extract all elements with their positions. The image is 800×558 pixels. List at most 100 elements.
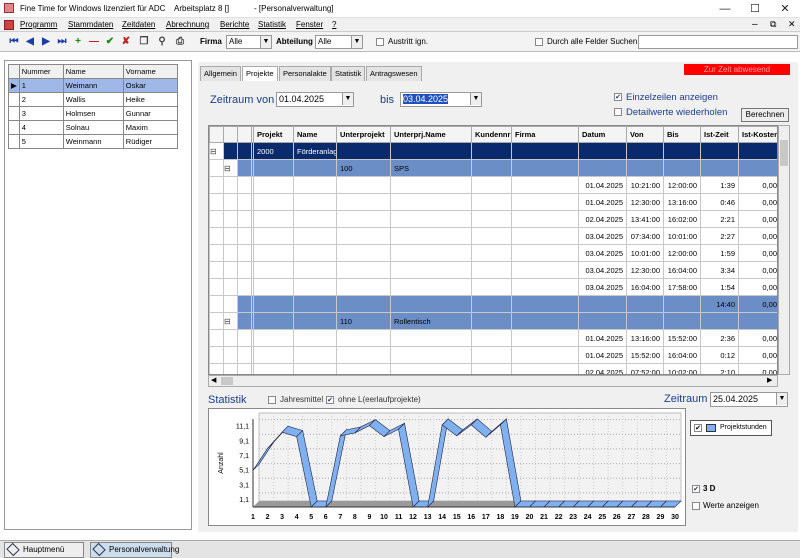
abteilung-select[interactable]: Alle ▼ [315, 35, 363, 49]
mdi-restore-icon[interactable]: ⧉ [770, 19, 776, 30]
grid-cell-von: 12:30:00 [626, 261, 664, 279]
menu-berichte[interactable]: Berichte [220, 20, 249, 29]
prev-record-icon[interactable]: ◀ [24, 35, 36, 48]
scroll-thumb[interactable] [780, 140, 788, 166]
menu-stammdaten[interactable]: Stammdaten [68, 20, 113, 29]
tab-statistik[interactable]: Statistik [331, 66, 366, 81]
grid-cell-unterprojekt [336, 193, 391, 211]
col-vorname[interactable]: Vorname [122, 64, 179, 79]
grid-row[interactable]: 01.04.2025 13:16:00 15:52:00 2:36 0,00 [209, 329, 777, 347]
grid-row[interactable]: 14:40 0,00 [209, 295, 777, 313]
grid-row[interactable]: ⊟ 110 Rollentisch [209, 312, 777, 330]
grid-col-unterprojekt[interactable]: Unterprojekt [336, 126, 391, 143]
employee-row[interactable]: 3 Holmsen Gunnar [8, 106, 179, 121]
col-nummer[interactable]: Nummer [18, 64, 64, 79]
grid-col-unterprjname[interactable]: Unterprj.Name [390, 126, 472, 143]
employee-row[interactable]: 5 Weinmann Rüdiger [8, 134, 179, 149]
menu-zeitdaten[interactable]: Zeitdaten [122, 20, 155, 29]
grid-col-datum[interactable]: Datum [578, 126, 627, 143]
hscroll-thumb[interactable] [221, 377, 233, 385]
grid-col-firma[interactable]: Firma [511, 126, 579, 143]
mdi-close-icon[interactable]: ✕ [788, 19, 796, 30]
einzelzeilen-checkbox[interactable]: ✔ [614, 93, 622, 101]
grid-tree-cell [237, 244, 252, 262]
grid-row[interactable]: 03.04.2025 10:01:00 12:00:00 1:59 0,00 [209, 244, 777, 262]
grid-row[interactable]: 01.04.2025 10:21:00 12:00:00 1:39 0,00 [209, 176, 777, 194]
jahresmittel-checkbox[interactable] [268, 396, 276, 404]
firma-select[interactable]: Alle ▼ [226, 35, 272, 49]
cancel-icon[interactable]: ✘ [120, 35, 132, 48]
employee-name: Holmsen [62, 106, 124, 121]
x-tick-label: 20 [526, 514, 534, 521]
menu-abrechnung[interactable]: Abrechnung [166, 20, 209, 29]
menu-help[interactable]: ? [332, 20, 336, 29]
employee-vorname: Heike [122, 92, 179, 107]
collapse-icon[interactable]: ⊟ [209, 142, 224, 160]
ohne-leerlauf-checkbox[interactable]: ✔ [326, 396, 334, 404]
search-input[interactable] [638, 35, 798, 49]
tab-personalakte[interactable]: Personalakte [279, 66, 331, 81]
grid-row[interactable]: 03.04.2025 07:34:00 10:01:00 2:27 0,00 [209, 227, 777, 245]
last-record-icon[interactable]: ⏭ [56, 35, 68, 48]
search-icon[interactable]: ⚲ [156, 35, 168, 48]
legend-checkbox[interactable]: ✔ [694, 424, 702, 432]
maximize-icon[interactable]: ☐ [740, 0, 770, 18]
close-icon[interactable]: ✕ [770, 0, 800, 18]
scroll-left-icon[interactable]: ◀ [211, 376, 216, 384]
menu-fenster[interactable]: Fenster [296, 20, 323, 29]
grid-row[interactable]: 01.04.2025 15:52:00 16:04:00 0:12 0,00 [209, 346, 777, 364]
grid-cell-von: 10:21:00 [626, 176, 664, 194]
employee-row[interactable]: 4 Solnau Maxim [8, 120, 179, 135]
grid-col-kundennr[interactable]: Kundennr [471, 126, 512, 143]
mdi-minimize-icon[interactable]: – [752, 19, 758, 30]
werte-anzeigen-checkbox[interactable] [692, 502, 700, 510]
grid-row[interactable]: 03.04.2025 16:04:00 17:58:00 1:54 0,00 [209, 278, 777, 296]
durch-checkbox[interactable] [535, 38, 543, 46]
confirm-icon[interactable]: ✔ [104, 35, 116, 48]
employee-row[interactable]: ▶ 1 Weimann Oskar [8, 78, 179, 93]
tab-projekte[interactable]: Projekte [242, 66, 278, 81]
grid-horizontal-scrollbar[interactable]: ◀ ▶ [208, 375, 778, 387]
date-to-picker[interactable]: 03.04.2025 ▼ [400, 92, 482, 107]
remove-icon[interactable]: — [88, 35, 100, 48]
grid-col-projekt[interactable]: Projekt [253, 126, 294, 143]
grid-row[interactable]: 02.04.2025 13:41:00 16:02:00 2:21 0,00 [209, 210, 777, 228]
grid-row[interactable]: 02.04.2025 07:52:00 10:02:00 2:10 0,00 [209, 363, 777, 374]
date-from-picker[interactable]: 01.04.2025 ▼ [276, 92, 354, 107]
grid-cell-datum: 01.04.2025 [578, 329, 627, 347]
minimize-icon[interactable]: — [710, 0, 740, 18]
grid-col-name[interactable]: Name [293, 126, 337, 143]
grid-row[interactable]: 01.04.2025 12:30:00 13:16:00 0:46 0,00 [209, 193, 777, 211]
collapse-icon[interactable]: ⊟ [223, 159, 238, 177]
collapse-icon[interactable]: ⊟ [223, 312, 238, 330]
berechnen-button[interactable]: Berechnen [741, 108, 789, 122]
austritt-checkbox[interactable] [376, 38, 384, 46]
first-record-icon[interactable]: ⏮ [8, 35, 20, 48]
scroll-right-icon[interactable]: ▶ [767, 376, 772, 384]
grid-cell-von: 15:52:00 [626, 346, 664, 364]
three-d-checkbox[interactable]: ✔ [692, 485, 700, 493]
grid-row[interactable]: ⊟ 2000 Förderanlag [209, 142, 777, 160]
grid-col-istzeit[interactable]: Ist-Zeit [700, 126, 739, 143]
add-icon[interactable]: + [72, 35, 84, 48]
detailwerte-checkbox[interactable] [614, 108, 622, 116]
stat-date-picker[interactable]: 25.04.2025 ▼ [710, 392, 788, 407]
copy-icon[interactable]: ❐ [138, 35, 150, 48]
grid-col-istkosten[interactable]: Ist-Kosten [738, 126, 777, 143]
menu-programm[interactable]: Programm [20, 20, 57, 29]
col-name[interactable]: Name [62, 64, 124, 79]
grid-col-von[interactable]: Von [626, 126, 664, 143]
grid-tree-cell [223, 278, 238, 296]
next-record-icon[interactable]: ▶ [40, 35, 52, 48]
tab-allgemein[interactable]: Allgemein [200, 66, 241, 81]
row-indicator [8, 134, 20, 149]
grid-col-bis[interactable]: Bis [663, 126, 701, 143]
grid-row[interactable]: ⊟ 100 SPS [209, 159, 777, 177]
grid-cell-kunde [471, 210, 512, 228]
grid-vertical-scrollbar[interactable] [778, 125, 790, 375]
menu-statistik[interactable]: Statistik [258, 20, 286, 29]
tab-antragswesen[interactable]: Antragswesen [366, 66, 422, 81]
print-icon[interactable]: ⎙ [174, 35, 186, 48]
employee-row[interactable]: 2 Wallis Heike [8, 92, 179, 107]
grid-row[interactable]: 03.04.2025 12:30:00 16:04:00 3:34 0,00 [209, 261, 777, 279]
